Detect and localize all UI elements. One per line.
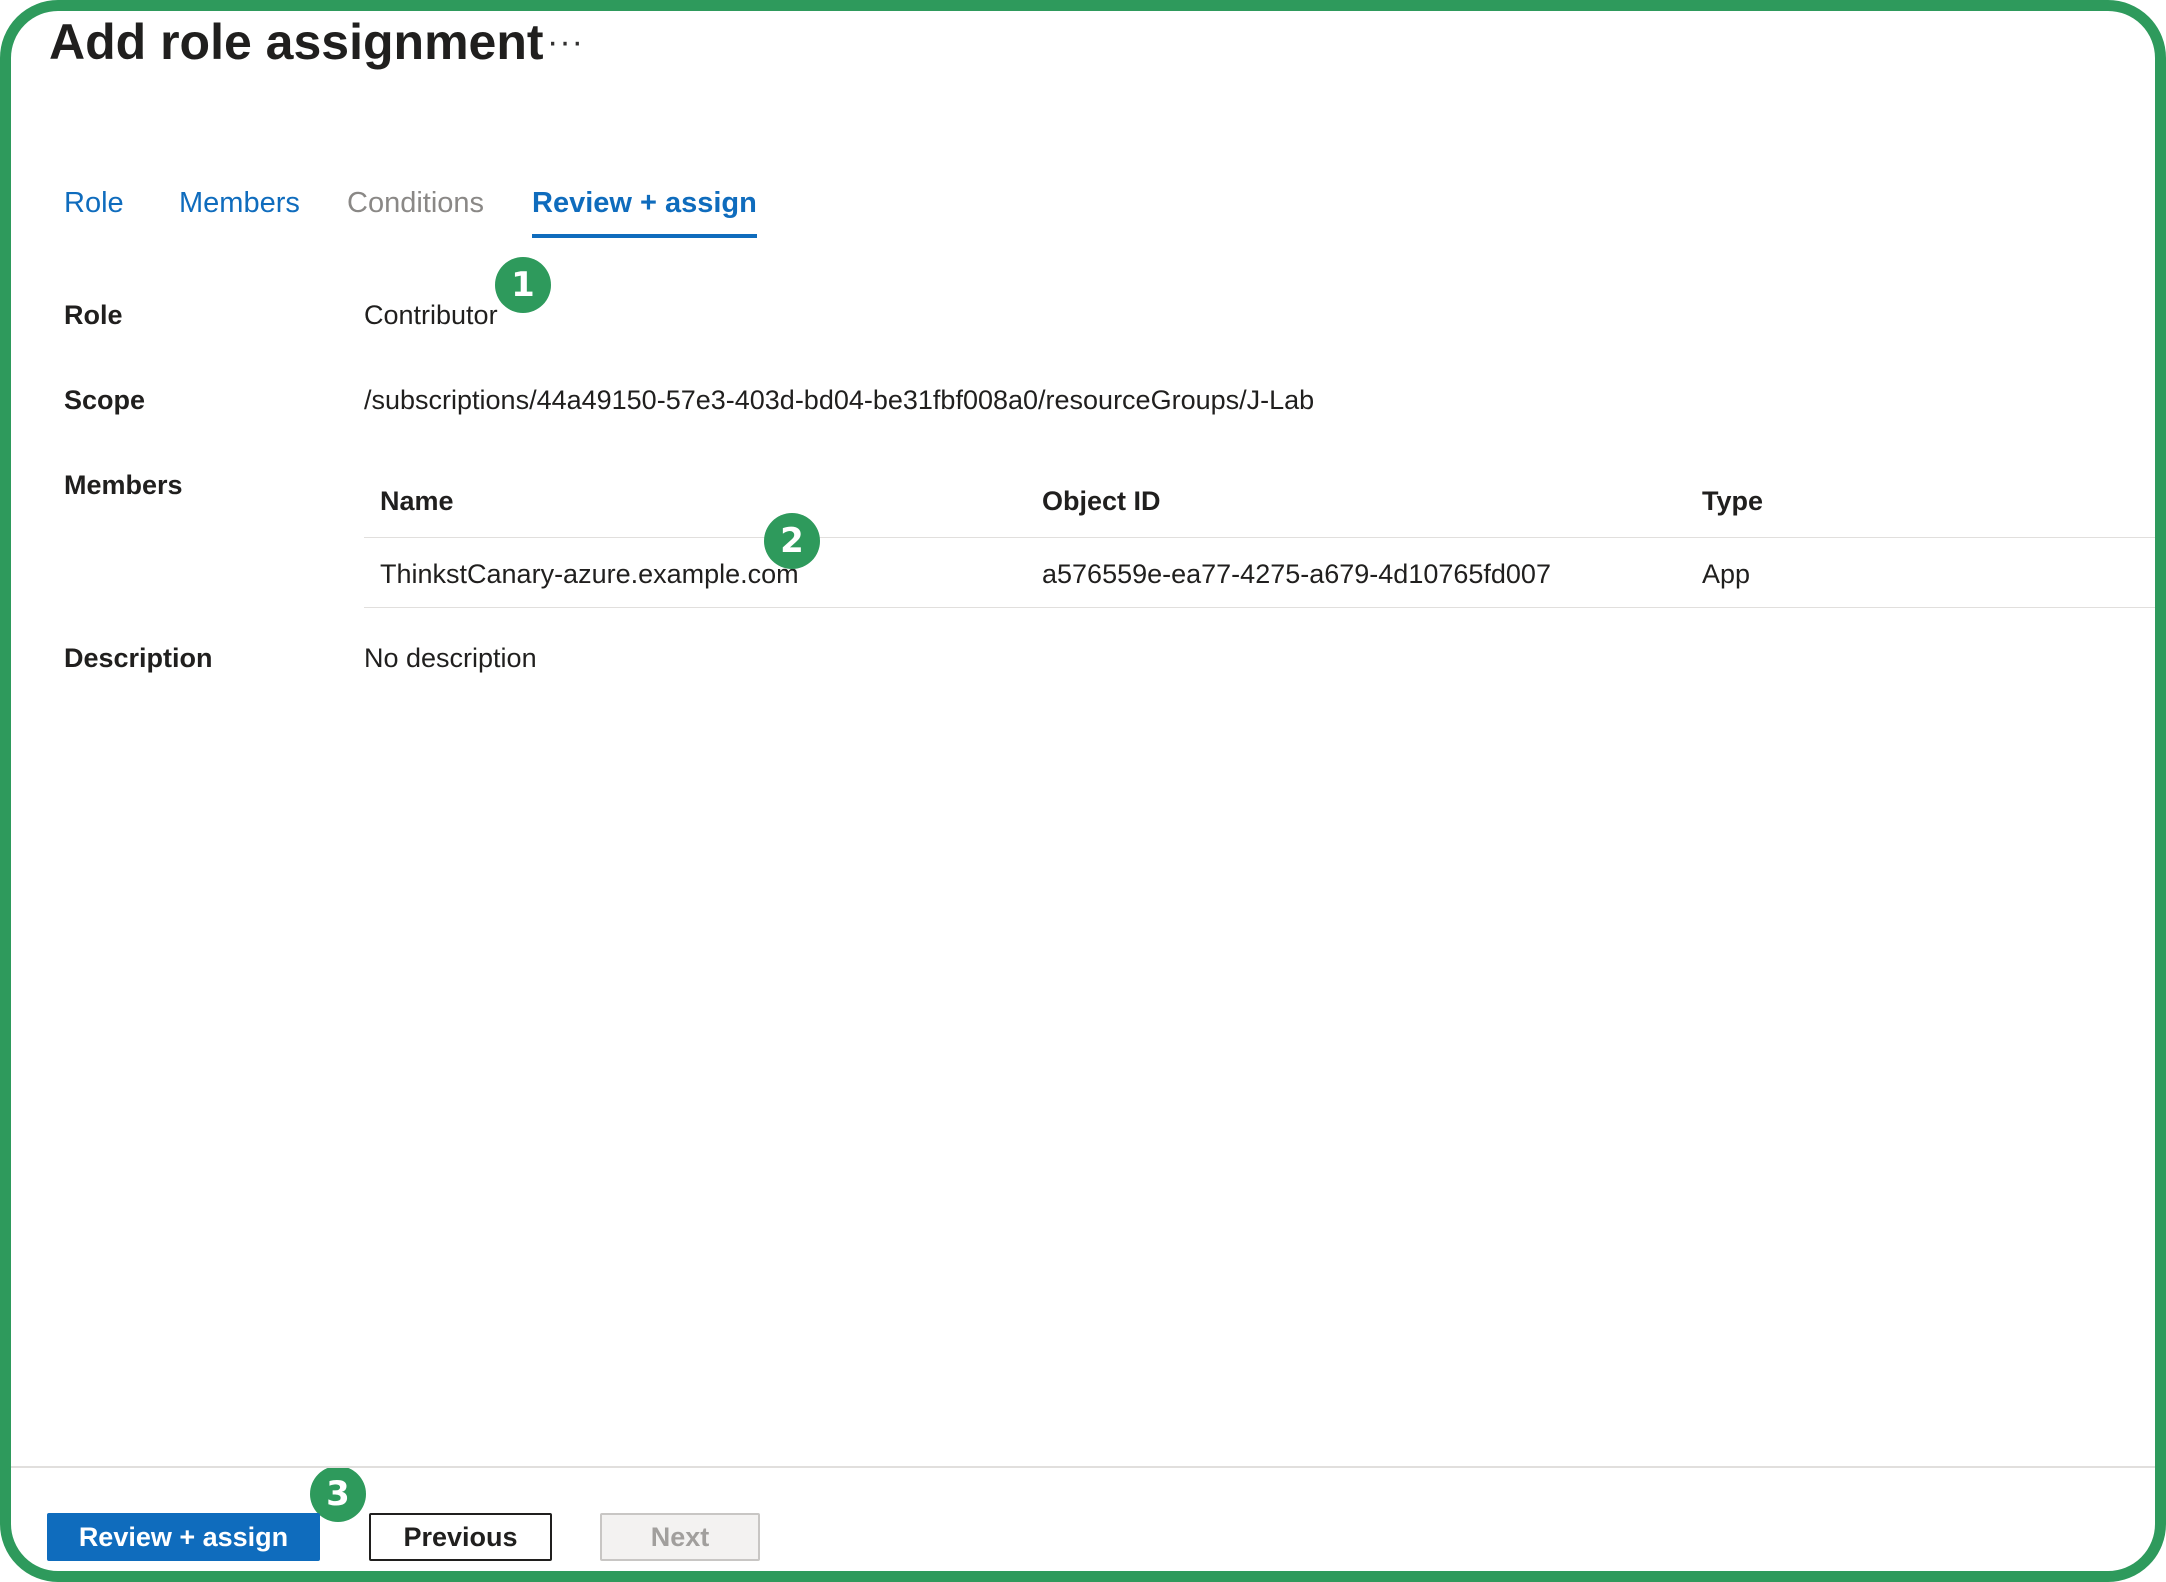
- row-divider: [364, 607, 2155, 608]
- column-header-name: Name: [380, 486, 454, 516]
- role-label: Role: [64, 300, 123, 330]
- column-header-object-id: Object ID: [1042, 486, 1161, 516]
- tab-members[interactable]: Members: [179, 187, 300, 234]
- screenshot-frame: Add role assignment ··· Role Members Con…: [0, 0, 2166, 1582]
- column-header-type: Type: [1702, 486, 1764, 516]
- page-title: Add role assignment: [49, 14, 544, 70]
- members-label: Members: [64, 470, 183, 500]
- scope-label: Scope: [64, 385, 146, 415]
- header-divider: [364, 537, 2155, 538]
- description-value: No description: [364, 643, 537, 673]
- footer-divider: [11, 1466, 2155, 1468]
- member-type: App: [1702, 559, 1751, 589]
- callout-badge-1: 1: [495, 257, 551, 313]
- scope-value: /subscriptions/44a49150-57e3-403d-bd04-b…: [364, 385, 1315, 415]
- next-button: Next: [600, 1513, 760, 1561]
- more-options-icon[interactable]: ···: [547, 23, 584, 62]
- member-object-id: a576559e-ea77-4275-a679-4d10765fd007: [1042, 559, 1551, 589]
- description-label: Description: [64, 643, 213, 673]
- tab-review-assign[interactable]: Review + assign: [532, 187, 757, 238]
- member-name: ThinkstCanary-azure.example.com: [380, 559, 799, 589]
- role-value: Contributor: [364, 300, 498, 330]
- tab-conditions: Conditions: [347, 187, 485, 219]
- tab-role[interactable]: Role: [64, 187, 124, 234]
- callout-badge-2: 2: [764, 513, 820, 569]
- review-assign-button[interactable]: Review + assign: [47, 1513, 320, 1561]
- previous-button[interactable]: Previous: [369, 1513, 552, 1561]
